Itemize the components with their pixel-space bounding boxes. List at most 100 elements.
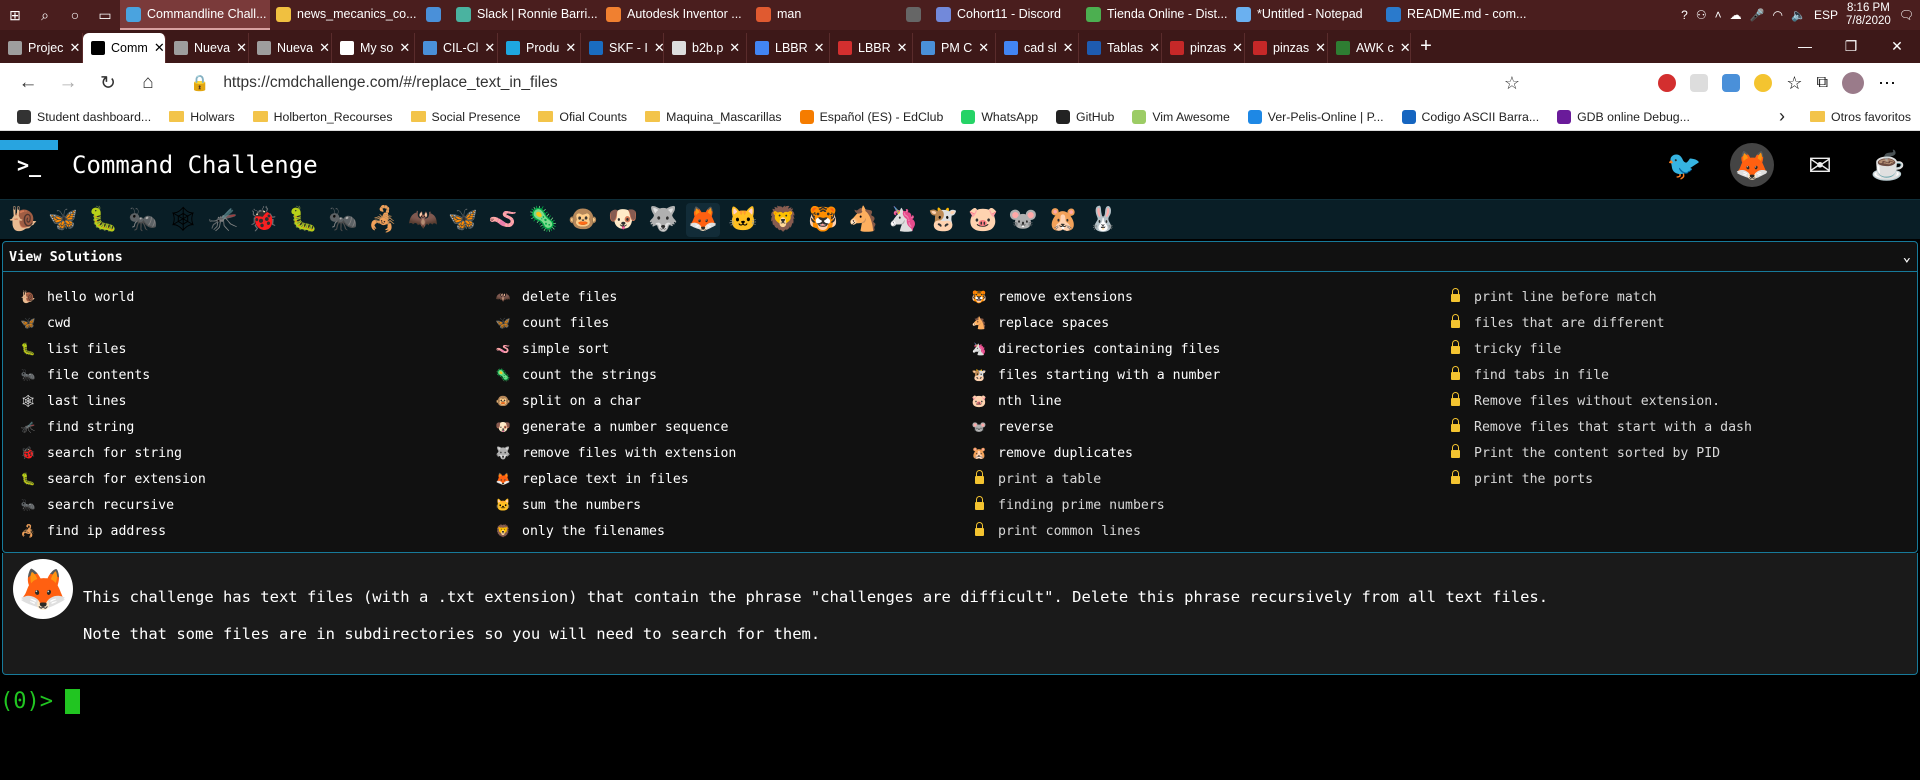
- tab-close-icon[interactable]: ✕: [1400, 40, 1410, 56]
- solution-link[interactable]: print the ports: [1446, 466, 1916, 492]
- solution-link[interactable]: 🦂 find ip address: [19, 518, 494, 544]
- bookmark-item[interactable]: Español (ES) - EdClub: [791, 109, 953, 124]
- taskbar-app[interactable]: [900, 0, 930, 30]
- browser-tab[interactable]: LBBR ✕: [830, 33, 913, 63]
- solution-link[interactable]: tricky file: [1446, 336, 1916, 362]
- network-icon[interactable]: ☁: [1730, 8, 1742, 22]
- browser-tab[interactable]: AWK c ✕: [1328, 33, 1411, 63]
- taskbar-app[interactable]: Cohort11 - Discord: [930, 0, 1080, 30]
- animal-icon[interactable]: 🦁: [766, 203, 800, 237]
- solution-link[interactable]: print line before match: [1446, 284, 1916, 310]
- home-icon[interactable]: ⌂: [128, 72, 168, 94]
- bookmark-item[interactable]: Holberton_Recourses: [244, 110, 402, 124]
- animal-icon[interactable]: 🐮: [926, 203, 960, 237]
- favorites-icon[interactable]: ☆: [1786, 73, 1802, 94]
- bookmark-item[interactable]: Vim Awesome: [1123, 109, 1238, 124]
- animal-icon[interactable]: 🦂: [366, 203, 400, 237]
- bookmark-item[interactable]: Otros favoritos: [1801, 110, 1920, 124]
- tab-close-icon[interactable]: ✕: [1063, 40, 1074, 56]
- tab-close-icon[interactable]: ✕: [729, 40, 740, 56]
- minimize-icon[interactable]: —: [1782, 38, 1828, 55]
- animal-icon[interactable]: 🐯: [806, 203, 840, 237]
- solution-link[interactable]: 🐶 generate a number sequence: [494, 414, 970, 440]
- solution-link[interactable]: 🐜 file contents: [19, 362, 494, 388]
- bookmark-item[interactable]: Social Presence: [402, 110, 530, 124]
- profile-avatar[interactable]: [1842, 72, 1864, 94]
- animal-icon[interactable]: 🐷: [966, 203, 1000, 237]
- solution-link[interactable]: 🐮 files starting with a number: [970, 362, 1446, 388]
- task-view-icon[interactable]: ▭: [90, 0, 120, 30]
- url-field[interactable]: 🔒 https://cmdchallenge.com/#/replace_tex…: [180, 68, 1520, 98]
- taskbar-app[interactable]: Autodesk Inventor ...: [600, 0, 750, 30]
- animal-icon[interactable]: 🕸: [166, 203, 200, 237]
- solution-link[interactable]: 🐹 remove duplicates: [970, 440, 1446, 466]
- search-icon[interactable]: ⌕: [30, 0, 60, 30]
- animal-icon[interactable]: 🐹: [1046, 203, 1080, 237]
- browser-tab[interactable]: Nueva ✕: [249, 33, 332, 63]
- solution-link[interactable]: 🦁 only the filenames: [494, 518, 970, 544]
- animal-icon[interactable]: 🐛: [86, 203, 120, 237]
- animal-icon[interactable]: 🐺: [646, 203, 680, 237]
- wifi-icon[interactable]: ◠: [1773, 8, 1783, 22]
- solution-link[interactable]: 🐵 split on a char: [494, 388, 970, 414]
- animal-icon[interactable]: 🐜: [326, 203, 360, 237]
- tab-close-icon[interactable]: ✕: [1149, 40, 1160, 56]
- bookmark-item[interactable]: Maquina_Mascarillas: [636, 110, 791, 124]
- taskbar-app[interactable]: Tienda Online - Dist...: [1080, 0, 1230, 30]
- browser-tab[interactable]: Tablas ✕: [1079, 33, 1162, 63]
- more-menu-icon[interactable]: ⋯: [1878, 73, 1896, 94]
- site-logo[interactable]: >_: [0, 140, 58, 190]
- solution-link[interactable]: 🐷 nth line: [970, 388, 1446, 414]
- tab-close-icon[interactable]: ✕: [399, 40, 410, 56]
- browser-tab[interactable]: My so ✕: [332, 33, 415, 63]
- solution-link[interactable]: 🐞 search for string: [19, 440, 494, 466]
- tab-close-icon[interactable]: ✕: [1315, 40, 1326, 56]
- animal-icon[interactable]: 🐞: [246, 203, 280, 237]
- browser-tab[interactable]: pinzas ✕: [1245, 33, 1328, 63]
- browser-tab[interactable]: LBBR ✕: [747, 33, 830, 63]
- animal-icon[interactable]: 🦋: [446, 203, 480, 237]
- solution-link[interactable]: 🐱 sum the numbers: [494, 492, 970, 518]
- microphone-icon[interactable]: 🎤: [1750, 8, 1765, 22]
- notifications-icon[interactable]: 🗨: [1899, 8, 1914, 22]
- tab-close-icon[interactable]: ✕: [319, 40, 330, 56]
- tab-close-icon[interactable]: ✕: [814, 40, 825, 56]
- animal-icon[interactable]: 🦊: [686, 202, 720, 237]
- animal-icon[interactable]: 🦟: [206, 203, 240, 237]
- bookmark-item[interactable]: Holwars: [160, 110, 243, 124]
- solution-link[interactable]: 🦟 find string: [19, 414, 494, 440]
- bookmark-item[interactable]: GDB online Debug...: [1548, 109, 1699, 124]
- taskbar-app[interactable]: *Untitled - Notepad: [1230, 0, 1380, 30]
- taskbar-app[interactable]: [420, 0, 450, 30]
- terminal-prompt[interactable]: (0)>: [0, 689, 1920, 714]
- browser-tab[interactable]: pinzas ✕: [1162, 33, 1245, 63]
- browser-tab[interactable]: Nueva ✕: [166, 33, 249, 63]
- tab-close-icon[interactable]: ✕: [69, 40, 80, 56]
- solution-link[interactable]: files that are different: [1446, 310, 1916, 336]
- animal-icon[interactable]: 🐜: [126, 203, 160, 237]
- browser-tab[interactable]: Produ ✕: [498, 33, 581, 63]
- solution-link[interactable]: 🦄 directories containing files: [970, 336, 1446, 362]
- extension-icon[interactable]: [1754, 74, 1773, 92]
- bookmark-item[interactable]: Ofial Counts: [529, 110, 636, 124]
- animal-icon[interactable]: 🐶: [606, 203, 640, 237]
- solution-link[interactable]: finding prime numbers: [970, 492, 1446, 518]
- new-tab-button[interactable]: +: [1411, 35, 1441, 58]
- tab-close-icon[interactable]: ✕: [236, 40, 247, 56]
- solution-link[interactable]: 🐛 list files: [19, 336, 494, 362]
- tab-close-icon[interactable]: ✕: [565, 40, 576, 56]
- cortana-icon[interactable]: ○: [60, 0, 90, 30]
- animal-icon[interactable]: 🐰: [1086, 203, 1120, 237]
- chevron-up-icon[interactable]: ˄: [1715, 8, 1722, 22]
- mail-icon[interactable]: ✉: [1798, 143, 1842, 187]
- animal-icon[interactable]: 🦄: [886, 203, 920, 237]
- collections-icon[interactable]: ⧉: [1817, 74, 1828, 92]
- solution-link[interactable]: 🦠 count the strings: [494, 362, 970, 388]
- animal-icon[interactable]: 🪱: [486, 203, 520, 237]
- close-window-icon[interactable]: ✕: [1874, 38, 1920, 55]
- solution-link[interactable]: 🐭 reverse: [970, 414, 1446, 440]
- tab-close-icon[interactable]: ✕: [154, 40, 165, 56]
- tab-close-icon[interactable]: ✕: [484, 40, 495, 56]
- tab-close-icon[interactable]: ✕: [654, 40, 663, 56]
- maximize-icon[interactable]: ❐: [1828, 38, 1874, 55]
